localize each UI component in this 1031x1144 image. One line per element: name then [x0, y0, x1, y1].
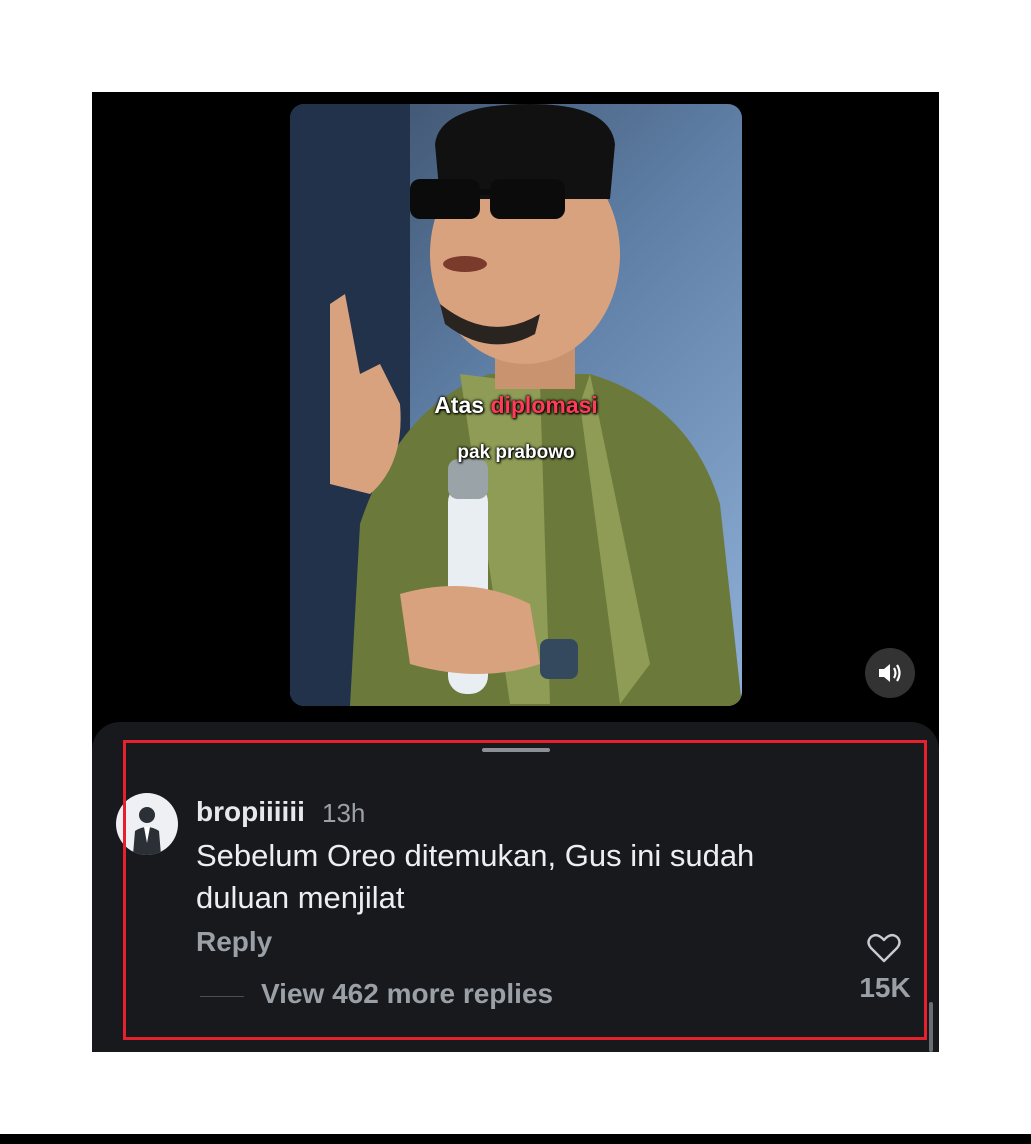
volume-button[interactable] — [865, 648, 915, 698]
caption-word: Atas — [434, 392, 491, 418]
video-caption-line2: pak prabowo — [457, 442, 575, 463]
bottom-border — [0, 1134, 1031, 1144]
video-caption-line1: Atas diplomasi — [290, 392, 742, 419]
scrollbar[interactable] — [929, 1002, 933, 1052]
speaker-volume-icon — [879, 664, 901, 682]
video-player[interactable]: Atas diplomasi pak prabowo — [290, 104, 742, 706]
annotation-highlight-box — [123, 740, 927, 1040]
caption-highlight-word: diplomasi — [490, 392, 598, 418]
